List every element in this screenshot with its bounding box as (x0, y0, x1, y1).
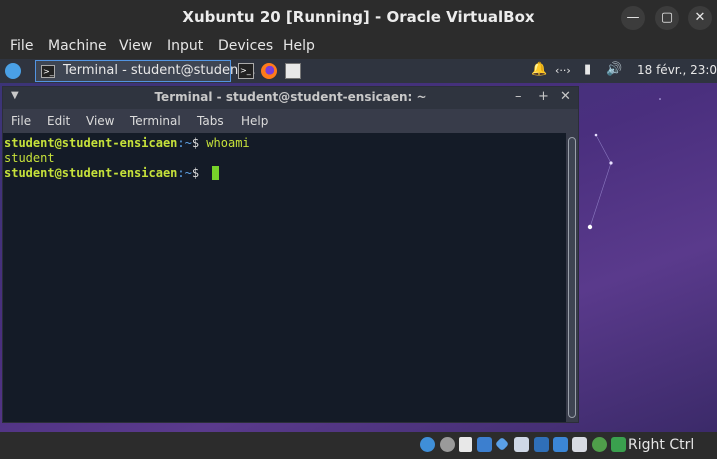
terminal-minimize-button[interactable]: – (515, 89, 522, 104)
terminal-scroll-thumb[interactable] (568, 137, 576, 418)
audio-icon[interactable] (459, 437, 472, 452)
usb-icon[interactable] (494, 436, 510, 452)
terminal-icon: >_ (41, 65, 55, 78)
terminal-output-line: student (4, 151, 55, 165)
terminal-menu-help[interactable]: Help (241, 114, 268, 128)
terminal-menu-tabs[interactable]: Tabs (197, 114, 224, 128)
terminal-menu-file[interactable]: File (11, 114, 31, 128)
terminal-line-3: student@student-ensicaen:~$ (4, 166, 565, 181)
host-menu-input[interactable]: Input (167, 38, 203, 54)
prompt-user: student@student-ensicaen (4, 136, 178, 150)
terminal-titlebar[interactable]: ▼ Terminal - student@student-ensicaen: ~… (3, 87, 578, 109)
host-key-label: Right Ctrl (628, 437, 695, 453)
guest-desktop: >_ Terminal - student@student... >_ 🔔 ‹·… (0, 59, 717, 432)
terminal-line-1: student@student-ensicaen:~$ whoami (4, 136, 565, 151)
taskbar-terminal-button[interactable]: >_ Terminal - student@student... (35, 60, 256, 82)
terminal-close-button[interactable]: ✕ (560, 89, 571, 104)
prompt-path: :~ (177, 166, 192, 180)
host-statusbar: Right Ctrl (0, 432, 717, 459)
host-menu-help[interactable]: Help (283, 38, 315, 54)
mouse-integration-icon[interactable] (592, 437, 607, 452)
host-close-button[interactable]: ✕ (688, 6, 712, 30)
video-capture-icon[interactable] (553, 437, 568, 452)
terminal-window-title: Terminal - student@student-ensicaen: ~ (154, 90, 427, 104)
terminal-maximize-button[interactable]: + (538, 89, 549, 104)
optical-drive-icon[interactable] (440, 437, 455, 452)
host-titlebar: Xubuntu 20 [Running] - Oracle VirtualBox… (0, 0, 717, 35)
terminal-menubar: File Edit View Terminal Tabs Help (3, 109, 578, 133)
whisker-menu-icon[interactable] (5, 63, 21, 79)
host-menu-view[interactable]: View (119, 38, 152, 54)
taskbar-terminal-label: Terminal - student@student... (63, 63, 256, 78)
host-window-title: Xubuntu 20 [Running] - Oracle VirtualBox (182, 8, 535, 26)
terminal-menu-edit[interactable]: Edit (47, 114, 70, 128)
keyboard-capture-icon[interactable] (611, 437, 626, 452)
terminal-command: whoami (206, 136, 250, 150)
notification-bell-icon[interactable]: 🔔 (531, 62, 547, 77)
host-menubar: File Machine View Input Devices Help (0, 35, 717, 59)
terminal-window: ▼ Terminal - student@student-ensicaen: ~… (2, 86, 579, 423)
network-icon[interactable]: ‹··› (555, 64, 571, 77)
xfce-panel: >_ Terminal - student@student... >_ 🔔 ‹·… (0, 59, 717, 83)
terminal-menu-view[interactable]: View (86, 114, 114, 128)
prompt-symbol: $ (191, 136, 207, 150)
hard-disk-icon[interactable] (420, 437, 435, 452)
prompt-symbol: $ (191, 166, 207, 180)
terminal-launcher-icon[interactable]: >_ (238, 63, 254, 79)
battery-icon[interactable]: ▮ (584, 62, 591, 77)
terminal-menu-terminal[interactable]: Terminal (130, 114, 181, 128)
host-menu-devices[interactable]: Devices (218, 38, 273, 54)
prompt-path: :~ (177, 136, 192, 150)
firefox-launcher-icon[interactable] (261, 63, 277, 79)
volume-icon[interactable]: 🔊 (606, 62, 622, 77)
terminal-scrollbar[interactable] (566, 133, 578, 422)
terminal-cursor (212, 166, 220, 180)
host-menu-file[interactable]: File (10, 38, 33, 54)
host-menu-machine[interactable]: Machine (48, 38, 107, 54)
host-minimize-button[interactable]: — (621, 6, 645, 30)
panel-clock[interactable]: 18 févr., 23:04 (637, 63, 717, 77)
prompt-user: student@student-ensicaen (4, 166, 178, 180)
virtualization-icon[interactable] (572, 437, 587, 452)
network-adapter-icon[interactable] (477, 437, 492, 452)
display-icon[interactable] (534, 437, 549, 452)
host-maximize-button[interactable]: ▢ (655, 6, 679, 30)
text-editor-launcher-icon[interactable] (285, 63, 301, 79)
shared-folders-icon[interactable] (514, 437, 529, 452)
terminal-output-area[interactable]: student@student-ensicaen:~$ whoami stude… (3, 133, 566, 422)
